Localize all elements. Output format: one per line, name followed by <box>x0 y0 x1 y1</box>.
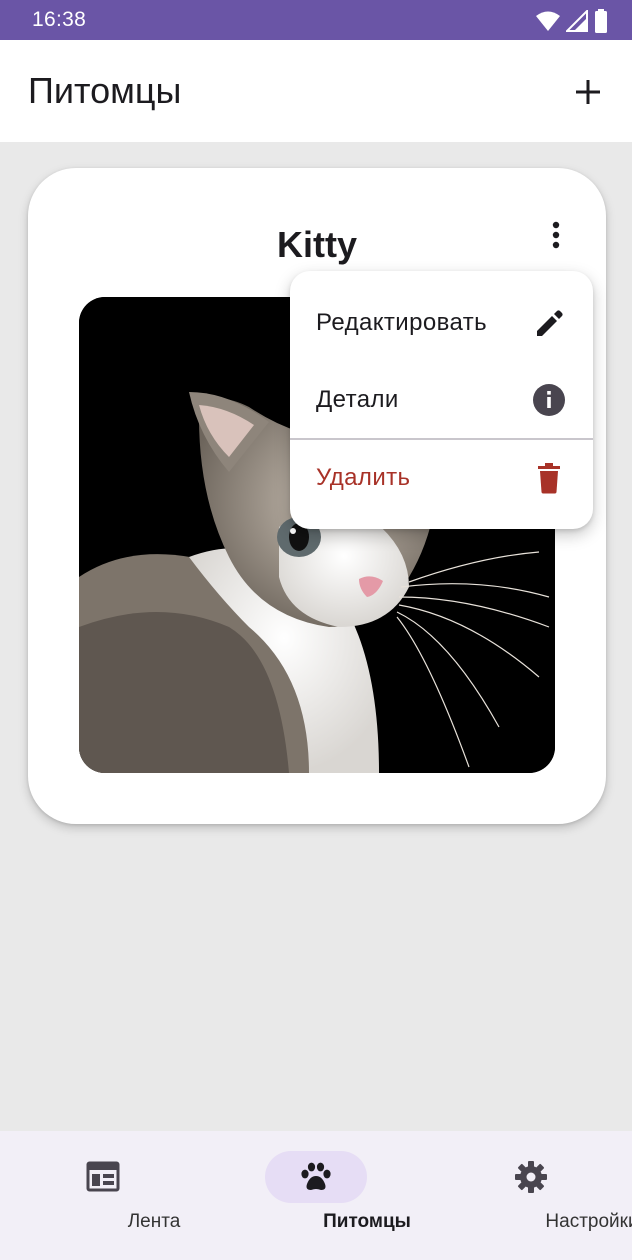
signal-icon <box>566 10 588 32</box>
menu-item-details[interactable]: Детали <box>290 362 593 438</box>
menu-item-label: Детали <box>316 386 399 413</box>
gear-icon <box>513 1159 549 1195</box>
add-pet-button[interactable] <box>568 72 608 112</box>
wifi-icon <box>536 11 560 31</box>
menu-item-delete[interactable]: Удалить <box>290 440 593 516</box>
nav-label: Настройки <box>545 1211 632 1232</box>
pet-options-menu: Редактировать Детали Удалить <box>290 271 593 529</box>
nav-label: Лента <box>127 1211 181 1232</box>
status-icons <box>536 9 608 33</box>
more-vert-icon <box>552 221 560 249</box>
battery-icon <box>595 9 607 33</box>
nav-item-feed[interactable]: Лента <box>52 1131 180 1260</box>
status-bar: 16:38 <box>0 0 632 40</box>
nav-item-pets[interactable]: Питомцы <box>265 1131 411 1260</box>
menu-item-label: Редактировать <box>316 309 487 336</box>
pet-name: Kitty <box>277 224 357 265</box>
nav-item-settings[interactable]: Настройки <box>470 1131 632 1260</box>
feed-icon <box>85 1159 121 1195</box>
status-time: 16:38 <box>32 8 87 31</box>
top-app-bar: Питомцы <box>0 40 632 142</box>
info-icon <box>531 382 567 418</box>
more-options-button[interactable] <box>538 218 574 254</box>
nav-label: Питомцы <box>323 1211 411 1232</box>
plus-icon <box>576 80 600 104</box>
menu-item-edit[interactable]: Редактировать <box>290 285 593 361</box>
paw-icon <box>298 1159 334 1195</box>
trash-icon <box>531 460 567 496</box>
pencil-icon <box>531 305 567 341</box>
menu-item-label: Удалить <box>316 464 411 491</box>
bottom-navigation: Лента Питомцы Настройки <box>0 1131 632 1260</box>
page-title: Питомцы <box>28 70 182 111</box>
